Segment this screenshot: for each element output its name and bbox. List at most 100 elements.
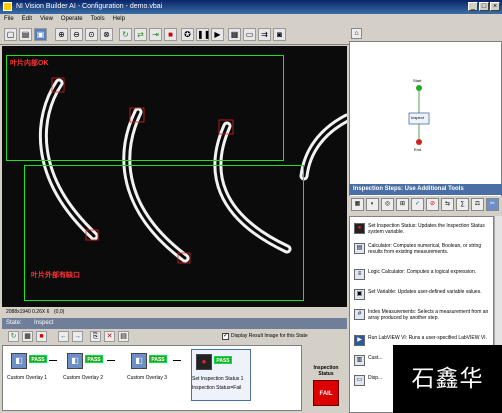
panel-header: Inspection Steps: Use Additional Tools [349, 184, 502, 195]
scale-tab-icon[interactable]: ⚖ [471, 198, 484, 211]
add-step-icon[interactable]: ▦ [22, 331, 33, 342]
tool-description: Logic Calculator: Computes a logical exp… [368, 269, 477, 275]
image-display[interactable]: 叶片内部OK 叶片外部有缺口 [2, 46, 347, 307]
tool-description: Calculator: Computes numerical, Boolean,… [368, 243, 482, 255]
inspection-status-title: Inspection Status [313, 365, 339, 377]
minimize-button[interactable]: _ [468, 2, 478, 11]
step-label: Custom Overlay 3 [127, 375, 168, 381]
run-continuous-icon[interactable]: ⇄ [134, 28, 147, 41]
state-diagram[interactable]: Start Inspect End [349, 41, 502, 199]
save-icon[interactable]: ▣ [34, 28, 47, 41]
copy-step-icon[interactable]: ⎘ [90, 331, 101, 342]
camera-icon[interactable]: ◙ [273, 28, 286, 41]
menu-operate[interactable]: Operate [57, 14, 87, 22]
step-set-inspection-status[interactable]: ● PASS Set Inspection Status 1 Inspectio… [191, 349, 251, 401]
flow-end-label: End [414, 147, 422, 152]
panel-header-text: Inspection Steps: Use Additional Tools [353, 186, 464, 192]
display-result-checkbox[interactable]: ✓ [222, 333, 229, 340]
window-title: NI Vision Builder AI - Configuration - d… [16, 3, 163, 10]
zoom-out-icon[interactable]: ⊖ [70, 28, 83, 41]
new-file-icon[interactable]: ▢ [4, 28, 17, 41]
rename-step-icon[interactable]: ▤ [118, 331, 129, 342]
image-icon[interactable]: ▦ [228, 28, 241, 41]
additional-tools-tab-icon[interactable]: ✂ [486, 198, 499, 211]
pass-badge: PASS [214, 356, 232, 364]
tool-description: Set Variable: Updates user-defined varia… [368, 289, 482, 295]
step-arrow [49, 360, 57, 361]
stop-step-icon[interactable]: ■ [36, 331, 47, 342]
step-icon[interactable]: ⇥ [149, 28, 162, 41]
enhance-tab-icon[interactable]: ◐ [366, 198, 379, 211]
flow-graph [408, 85, 430, 145]
move-left-icon[interactable]: ← [58, 331, 69, 342]
play-icon[interactable]: ▶ [211, 28, 224, 41]
step-custom-overlay-3[interactable]: ◧ PASS Custom Overlay 3 [127, 349, 175, 395]
run-step-icon[interactable]: ↻ [8, 331, 19, 342]
watermark-text: 石鑫华 [393, 345, 502, 413]
cursor-coords-text: (0,0) [54, 309, 65, 315]
move-right-icon[interactable]: → [72, 331, 83, 342]
inspection-steps-area: ◧ PASS Custom Overlay 1 ◧ PASS Custom Ov… [2, 345, 302, 411]
tool-description: Set Inspection Status: Updates the Inspe… [368, 223, 485, 235]
pass-badge: PASS [85, 355, 103, 363]
zoom-in-icon[interactable]: ⊕ [55, 28, 68, 41]
step-custom-overlay-1[interactable]: ◧ PASS Custom Overlay 1 [7, 349, 55, 395]
menu-file[interactable]: File [0, 14, 18, 22]
measure-tab-icon[interactable]: ⊞ [396, 198, 409, 211]
calculator-icon: ▤ [354, 243, 365, 254]
monitor-icon[interactable]: ▭ [243, 28, 256, 41]
flow-start-label: Start [413, 78, 422, 83]
inner-roi [6, 55, 284, 161]
open-folder-icon[interactable]: ▤ [19, 28, 32, 41]
image-info-strip: 2088x1940 0.26X 6 (0,0) [2, 307, 347, 317]
index-icon: # [354, 309, 365, 320]
variable-icon: ▣ [354, 289, 365, 300]
title-bar: NI Vision Builder AI - Configuration - d… [0, 0, 502, 14]
io-tab-icon[interactable]: ⇆ [441, 198, 454, 211]
maximize-button[interactable]: □ [479, 2, 489, 11]
stop-icon[interactable]: ■ [164, 28, 177, 41]
traffic-light-icon: ● [196, 354, 212, 370]
menu-edit[interactable]: Edit [18, 14, 36, 22]
step-label: Custom Overlay 1 [7, 375, 48, 381]
state-bar: State: Inspect [2, 318, 347, 329]
pause-icon[interactable]: ❚❚ [196, 28, 210, 41]
delete-step-icon[interactable]: ✕ [104, 331, 115, 342]
home-icon[interactable]: ⌂ [351, 28, 362, 39]
step-arrow [107, 360, 115, 361]
step-label: Custom Overlay 2 [63, 375, 104, 381]
outer-roi [24, 165, 304, 301]
locate-tab-icon[interactable]: ◎ [381, 198, 394, 211]
menu-help[interactable]: Help [109, 14, 129, 22]
inspection-status-panel: Inspection Status FAIL [305, 345, 347, 411]
tool-description: Index Measurements: Selects a measuremen… [368, 309, 489, 321]
flow-inspect-label: Inspect [411, 115, 424, 120]
close-button[interactable]: × [490, 2, 500, 11]
run-once-icon[interactable]: ↻ [119, 28, 132, 41]
zoom-fit-icon[interactable]: ⊙ [85, 28, 98, 41]
step-sublabel: Inspection Status=Fail [192, 385, 242, 391]
labview-icon: ▶ [354, 335, 365, 346]
display-icon: ▭ [354, 375, 365, 386]
menu-tools[interactable]: Tools [87, 14, 109, 22]
overlay-icon: ◧ [67, 353, 83, 369]
calc-tab-icon[interactable]: ∑ [456, 198, 469, 211]
check-tab-icon[interactable]: ✓ [411, 198, 424, 211]
acquire-tab-icon[interactable]: ▦ [351, 198, 364, 211]
deploy-icon[interactable]: ⇉ [258, 28, 271, 41]
step-arrow [173, 360, 181, 361]
overlay-icon: ◧ [11, 353, 27, 369]
menu-view[interactable]: View [36, 14, 57, 22]
lightbulb-icon[interactable]: ✪ [181, 28, 194, 41]
image-size-text: 2088x1940 0.26X 6 [6, 309, 50, 315]
zoom-actual-icon[interactable]: ⊗ [100, 28, 113, 41]
pass-badge: PASS [149, 355, 167, 363]
pass-badge: PASS [29, 355, 47, 363]
menu-bar: File Edit View Operate Tools Help [0, 14, 502, 25]
outer-defect-label: 叶片外部有缺口 [31, 272, 80, 279]
overlay-icon: ◧ [131, 353, 147, 369]
identify-tab-icon[interactable]: ⊘ [426, 198, 439, 211]
tool-description: Run LabVIEW VI: Runs a user-specified La… [368, 335, 487, 341]
step-custom-overlay-2[interactable]: ◧ PASS Custom Overlay 2 [63, 349, 111, 395]
logic-icon: ≡ [354, 269, 365, 280]
